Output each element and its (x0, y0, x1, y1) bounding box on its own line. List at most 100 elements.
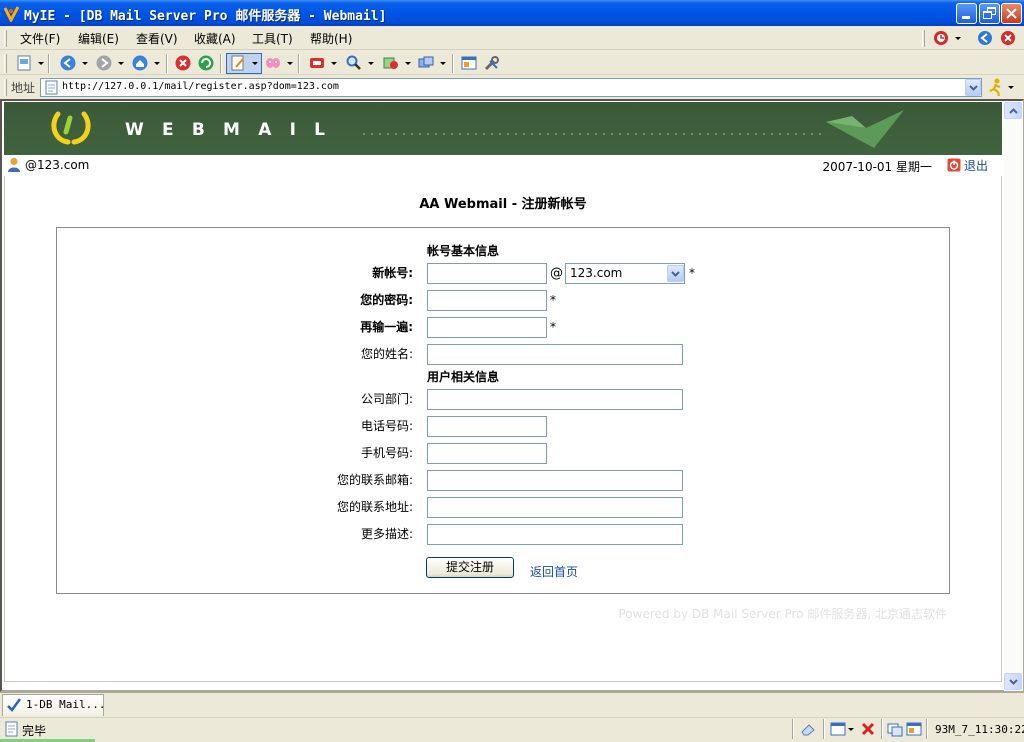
menu-right-grip[interactable] (922, 30, 925, 47)
required-mark: * (689, 266, 695, 280)
tab-group-icon[interactable] (309, 55, 325, 71)
description-label: 更多描述: (360, 527, 413, 541)
history-icon[interactable] (933, 30, 950, 47)
description-input[interactable] (427, 524, 683, 545)
toolbar-separator (298, 54, 300, 73)
restore-icon (983, 11, 992, 19)
history-dropdown-icon[interactable] (955, 37, 961, 40)
close-window-button[interactable] (1001, 3, 1022, 24)
media-icon[interactable] (383, 55, 399, 71)
password-label: 您的密码: (360, 293, 413, 307)
domain-select[interactable]: 123.com (565, 263, 685, 284)
toolbar-grip[interactable] (4, 54, 7, 73)
chevron-up-icon (1009, 108, 1018, 114)
new-account-input[interactable] (427, 263, 547, 284)
checkmark-icon (7, 698, 22, 712)
proxy-icon[interactable] (418, 55, 434, 71)
home-icon[interactable] (132, 55, 148, 71)
menu-file[interactable]: 文件(F) (20, 31, 60, 47)
minimize-icon (962, 16, 970, 19)
minimize-button[interactable] (956, 3, 977, 24)
proxy-dropdown-icon[interactable] (440, 62, 446, 65)
window-mode-dropdown-icon[interactable] (848, 728, 854, 731)
submit-register-button[interactable]: 提交注册 (426, 557, 514, 578)
back-icon[interactable] (60, 55, 76, 71)
vertical-scrollbar[interactable] (1004, 101, 1023, 691)
stop-icon[interactable] (175, 55, 191, 71)
go-dropdown-icon[interactable] (1008, 86, 1014, 89)
logout-icon[interactable] (947, 158, 961, 172)
popup-block-icon[interactable] (860, 721, 876, 737)
confirm-password-input[interactable] (427, 317, 547, 338)
popup-window-icon[interactable] (887, 721, 903, 737)
required-mark: * (550, 320, 556, 334)
restore-button[interactable] (979, 3, 1000, 24)
department-input[interactable] (427, 389, 683, 410)
go-runner-icon[interactable] (987, 78, 1004, 97)
new-page-dropdown-icon[interactable] (38, 62, 44, 65)
new-account-label: 新帐号: (372, 266, 413, 280)
butterfly-dropdown-icon[interactable] (287, 62, 293, 65)
scroll-up-button[interactable] (1004, 102, 1022, 119)
status-separator (792, 719, 794, 739)
chevron-down-icon (1009, 679, 1018, 685)
refresh-icon[interactable] (198, 55, 214, 71)
contact-address-input[interactable] (427, 497, 683, 518)
go-back-icon[interactable] (977, 30, 994, 47)
password-input[interactable] (427, 290, 547, 311)
scroll-down-button[interactable] (1004, 673, 1022, 690)
menu-help[interactable]: 帮助(H) (310, 31, 352, 47)
logout-link[interactable]: 退出 (964, 157, 988, 174)
section-user-info: 用户相关信息 (427, 370, 500, 384)
webmail-logo-text: WEBMAIL (125, 120, 325, 140)
myie-logo-icon[interactable] (3, 5, 20, 22)
new-page-icon[interactable] (16, 55, 32, 71)
media-dropdown-icon[interactable] (405, 62, 411, 65)
mobile-label: 手机号码: (360, 446, 413, 460)
home-dropdown-icon[interactable] (154, 62, 160, 65)
close-icon (1006, 8, 1017, 19)
required-mark: * (550, 293, 556, 307)
tools-icon[interactable] (484, 55, 500, 71)
status-separator (823, 719, 825, 739)
mobile-input[interactable] (427, 443, 547, 464)
name-input[interactable] (427, 344, 683, 365)
search-dropdown-icon[interactable] (368, 62, 374, 65)
forward-icon[interactable] (96, 55, 112, 71)
window-mode-icon[interactable] (830, 721, 846, 737)
menu-grip[interactable] (4, 30, 7, 47)
butterfly-icon[interactable] (265, 55, 281, 71)
edit-page-button[interactable] (226, 53, 262, 74)
user-email: @123.com (25, 158, 90, 172)
address-dropdown-button[interactable] (965, 79, 981, 96)
eraser-icon[interactable] (800, 721, 816, 737)
at-sign: @ (550, 266, 563, 281)
forward-dropdown-icon[interactable] (118, 62, 124, 65)
toolbar-separator (166, 54, 168, 73)
contact-email-input[interactable] (427, 470, 683, 491)
user-icon (8, 158, 20, 172)
tile-window-icon[interactable] (906, 721, 922, 737)
menu-favorites[interactable]: 收藏(A) (194, 31, 236, 47)
menu-edit[interactable]: 编辑(E) (78, 31, 119, 47)
page-icon (45, 80, 58, 95)
window-title: MyIE - [DB Mail Server Pro 邮件服务器 - Webma… (24, 9, 387, 24)
close-tab-icon[interactable] (1000, 30, 1017, 47)
domain-dropdown-button[interactable] (667, 265, 684, 282)
window-icon[interactable] (461, 55, 477, 71)
webmail-logo-label: WEBMAIL (125, 120, 325, 140)
address-url[interactable]: http://127.0.0.1/mail/register.asp?dom=1… (62, 81, 339, 92)
tab-label: 1-DB Mail... (26, 698, 106, 711)
chevron-down-icon (671, 271, 680, 277)
address-grip[interactable] (4, 79, 7, 96)
status-text: 完毕 (22, 724, 47, 738)
back-home-link[interactable]: 返回首页 (530, 563, 578, 580)
powered-by-footer: Powered by DB Mail Server Pro 邮件服务器, 北京通… (618, 607, 948, 621)
search-icon[interactable] (346, 55, 362, 71)
back-dropdown-icon[interactable] (82, 62, 88, 65)
menu-view[interactable]: 查看(V) (136, 31, 178, 47)
tab-group-dropdown-icon[interactable] (331, 62, 337, 65)
toolbar-separator (220, 54, 222, 73)
menu-tools[interactable]: 工具(T) (252, 31, 293, 47)
phone-input[interactable] (427, 416, 547, 437)
